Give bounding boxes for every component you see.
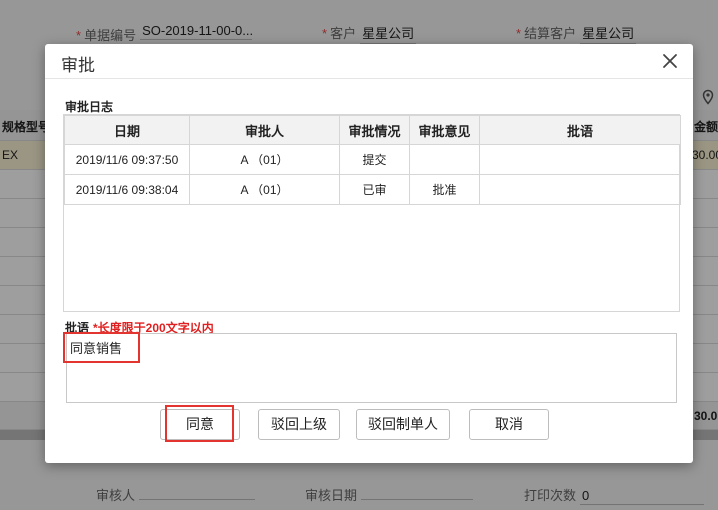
- cell-date: 2019/11/6 09:37:50: [64, 144, 190, 175]
- cell-comment: [479, 144, 681, 175]
- cancel-button[interactable]: 取消: [469, 409, 549, 440]
- dialog-title: 审批: [61, 56, 95, 75]
- table-row[interactable]: 2019/11/6 09:37:50 A （01） 提交: [64, 144, 681, 175]
- column-approver: 审批人: [189, 115, 340, 145]
- cell-approver: A （01）: [189, 144, 340, 175]
- cell-comment: [479, 174, 681, 205]
- reject-to-superior-button[interactable]: 驳回上级: [258, 409, 340, 440]
- agree-button[interactable]: 同意: [160, 409, 240, 440]
- column-status: 审批情况: [339, 115, 410, 145]
- table-header-row: 日期 审批人 审批情况 审批意见 批语: [64, 115, 681, 145]
- cell-status: 提交: [339, 144, 410, 175]
- approval-log-table: 日期 审批人 审批情况 审批意见 批语 2019/11/6 09:37:50 A…: [63, 114, 681, 312]
- table-row[interactable]: 2019/11/6 09:38:04 A （01） 已审 批准: [64, 174, 681, 205]
- cell-status: 已审: [339, 174, 410, 205]
- cell-opinion: 批准: [409, 174, 480, 205]
- cell-opinion: [409, 144, 480, 175]
- cell-date: 2019/11/6 09:38:04: [64, 174, 190, 205]
- comment-textarea[interactable]: 同意销售: [66, 333, 677, 403]
- cell-approver: A （01）: [189, 174, 340, 205]
- column-comment: 批语: [479, 115, 681, 145]
- approval-dialog: 审批 审批日志 日期 审批人 审批情况 审批意见 批语 2019/11/6 09…: [45, 44, 693, 463]
- dialog-header: 审批: [45, 44, 693, 79]
- approval-log-title: 审批日志: [65, 100, 114, 114]
- reject-to-creator-button[interactable]: 驳回制单人: [356, 409, 450, 440]
- column-date: 日期: [64, 115, 190, 145]
- close-icon[interactable]: [659, 50, 681, 72]
- column-opinion: 审批意见: [409, 115, 480, 145]
